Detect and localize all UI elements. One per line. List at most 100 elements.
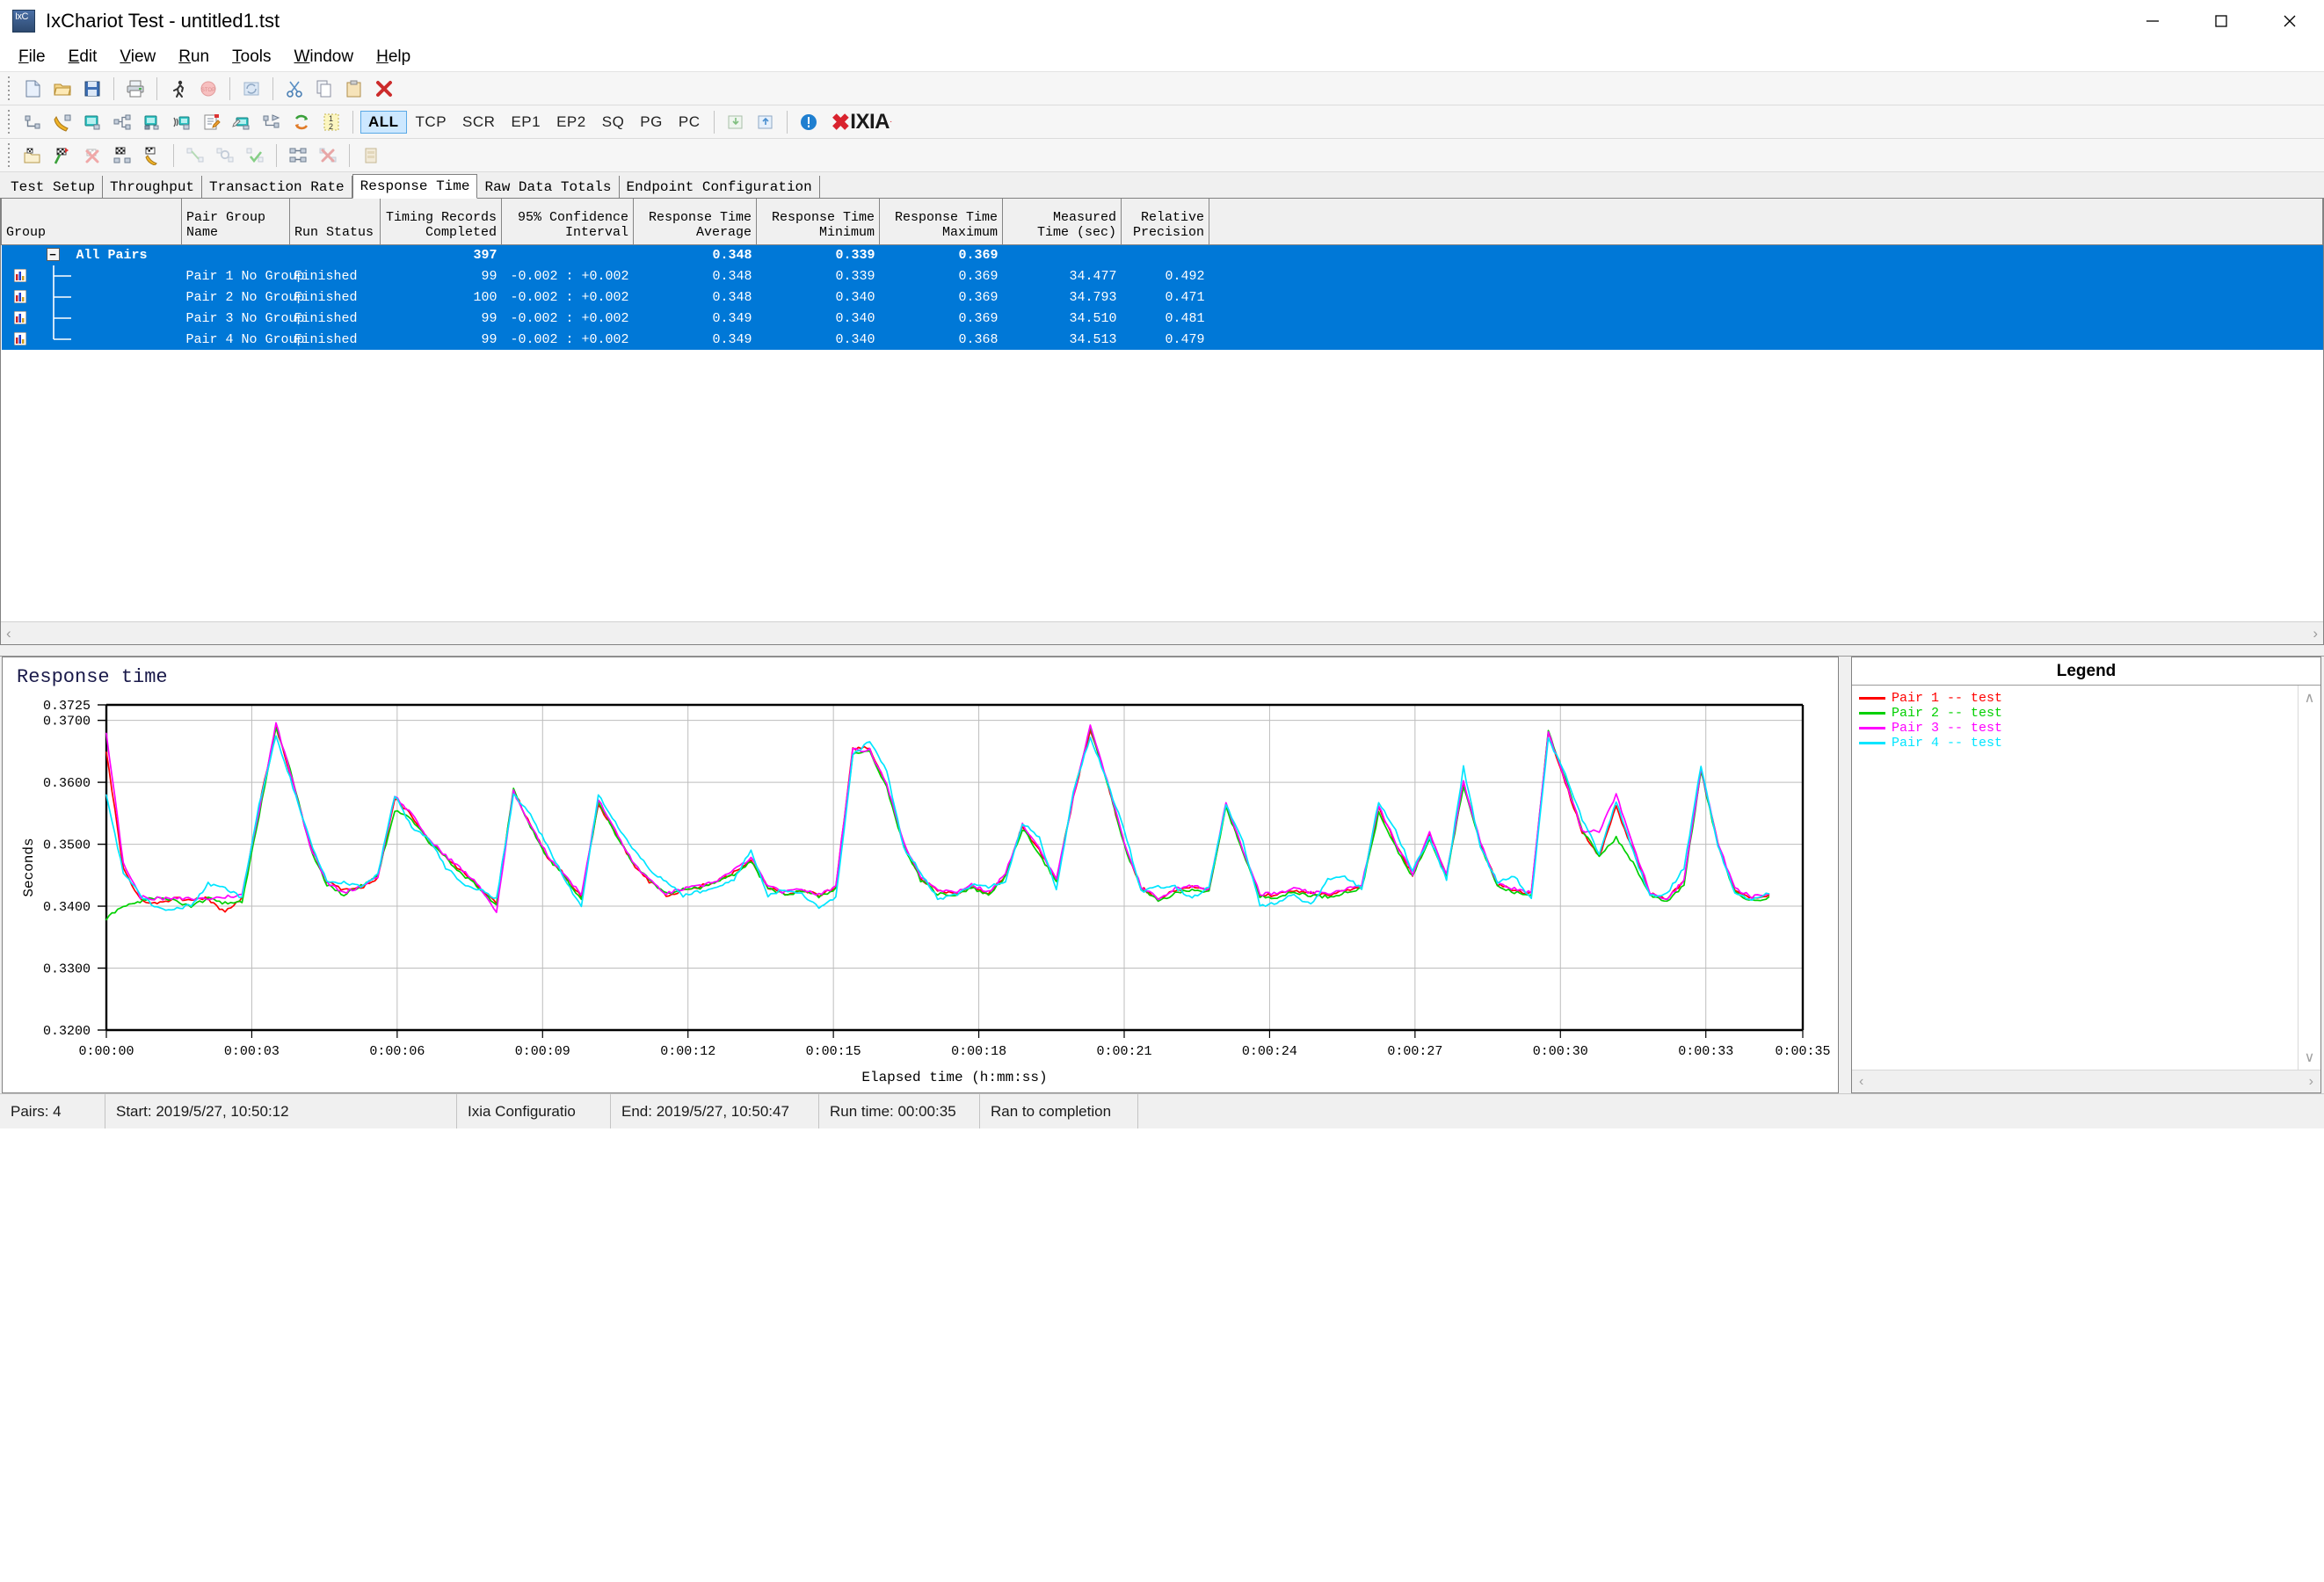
table-row[interactable]: Pair 3 No Group Finished 99 -0.002 : +0.… (1, 308, 2323, 329)
table-row[interactable]: Pair 1 No Group Finished 99 -0.002 : +0.… (1, 265, 2323, 287)
print-icon[interactable] (122, 76, 149, 102)
delete-icon[interactable] (371, 76, 397, 102)
menu-window[interactable]: Window (282, 45, 365, 69)
properties-icon[interactable] (358, 142, 384, 169)
panel-splitter[interactable] (0, 645, 2324, 656)
group-flag-icon[interactable] (49, 142, 76, 169)
group-delete-icon[interactable] (79, 142, 105, 169)
copy-pair-icon[interactable] (258, 109, 285, 135)
export-icon[interactable] (752, 109, 779, 135)
col-group[interactable]: Group (1, 199, 182, 245)
copy-icon[interactable] (311, 76, 338, 102)
menu-view[interactable]: View (108, 45, 167, 69)
edit-video-pair-icon[interactable] (229, 109, 255, 135)
list-item[interactable]: Pair 3 -- test (1859, 721, 2298, 736)
scroll-up-icon[interactable]: ∧ (2305, 689, 2315, 707)
scroll-right-icon[interactable]: › (2309, 1074, 2313, 1090)
toolbar-grip[interactable] (5, 142, 13, 168)
svg-text:0.3600: 0.3600 (43, 776, 91, 791)
collapse-delete-icon[interactable] (315, 142, 341, 169)
refresh-icon[interactable] (238, 76, 265, 102)
filter-all[interactable]: ALL (360, 110, 407, 134)
menu-edit[interactable]: Edit (57, 45, 109, 69)
filter-ep2[interactable]: EP2 (549, 112, 593, 133)
add-hardware-pair-icon[interactable] (139, 109, 165, 135)
table-row[interactable]: Pair 2 No Group Finished 100 -0.002 : +0… (1, 287, 2323, 308)
filter-ep1[interactable]: EP1 (504, 112, 548, 133)
tab-raw-data-totals[interactable]: Raw Data Totals (477, 176, 620, 198)
response-time-chart[interactable]: 0.3200 0.3300 0.3400 0.3500 0.3600 0.37000.37… (3, 657, 1838, 1092)
menu-file[interactable]: File (7, 45, 57, 69)
add-video-multicast-icon[interactable] (169, 109, 195, 135)
group-pairs-icon[interactable] (109, 142, 135, 169)
svg-text:0.3400: 0.3400 (43, 900, 91, 915)
run-test-icon[interactable] (165, 76, 192, 102)
stop-test-icon[interactable]: STOP (195, 76, 222, 102)
minimize-icon[interactable] (2118, 0, 2187, 42)
group-folder-icon[interactable] (19, 142, 46, 169)
legend-splitter[interactable] (1842, 657, 1851, 1093)
filter-scr[interactable]: SCR (455, 112, 502, 133)
validate-icon[interactable] (182, 142, 208, 169)
open-folder-icon[interactable] (49, 76, 76, 102)
tab-throughput[interactable]: Throughput (103, 176, 203, 198)
renumber-pairs-icon[interactable]: 12 (318, 109, 345, 135)
maximize-icon[interactable] (2187, 0, 2255, 42)
legend-horizontal-scrollbar[interactable]: ‹ › (1852, 1070, 2320, 1092)
col-response-time-minimum[interactable]: Response Time Minimum (756, 199, 880, 245)
filter-sq[interactable]: SQ (595, 112, 632, 133)
list-item[interactable]: Pair 4 -- test (1859, 736, 2298, 751)
col-timing-records-completed[interactable]: Timing Records Completed (380, 199, 502, 245)
scroll-left-icon[interactable]: ‹ (1859, 1074, 1863, 1090)
new-document-icon[interactable] (19, 76, 46, 102)
edit-pair-icon[interactable] (199, 109, 225, 135)
scroll-right-icon[interactable]: › (2313, 625, 2318, 642)
paste-icon[interactable] (341, 76, 367, 102)
scroll-down-icon[interactable]: ∨ (2305, 1049, 2315, 1066)
import-icon[interactable] (723, 109, 749, 135)
tab-transaction-rate[interactable]: Transaction Rate (202, 176, 352, 198)
add-voip-pair-icon[interactable] (49, 109, 76, 135)
table-row[interactable]: − All Pairs 397 0.348 0.339 0.369 (1, 244, 2323, 265)
group-voip-icon[interactable] (139, 142, 165, 169)
col-run-status[interactable]: Run Status (289, 199, 381, 245)
scroll-left-icon[interactable]: ‹ (6, 625, 11, 642)
list-item[interactable]: Pair 1 -- test (1859, 691, 2298, 706)
cut-icon[interactable] (281, 76, 308, 102)
filter-pg[interactable]: PG (633, 112, 670, 133)
col-relative-precision[interactable]: Relative Precision (1121, 199, 1209, 245)
col-response-time-maximum[interactable]: Response Time Maximum (879, 199, 1003, 245)
swap-endpoints-icon[interactable] (288, 109, 315, 135)
add-video-pair-icon[interactable] (79, 109, 105, 135)
tab-endpoint-configuration[interactable]: Endpoint Configuration (619, 176, 820, 198)
tab-response-time[interactable]: Response Time (352, 174, 478, 199)
add-multicast-pair-icon[interactable] (109, 109, 135, 135)
svg-text:0:00:21: 0:00:21 (1096, 1044, 1151, 1059)
col-pair-group-name[interactable]: Pair Group Name (181, 199, 290, 245)
filter-tcp[interactable]: TCP (409, 112, 454, 133)
cell-rt-average: 0.348 (633, 287, 757, 308)
collapse-expander-icon[interactable]: − (46, 248, 60, 262)
table-horizontal-scrollbar[interactable]: ‹ › (1, 621, 2323, 644)
add-pair-icon[interactable] (19, 109, 46, 135)
filter-pc[interactable]: PC (672, 112, 708, 133)
approve-icon[interactable] (242, 142, 268, 169)
save-icon[interactable] (79, 76, 105, 102)
col-measured-time[interactable]: Measured Time (sec) (1002, 199, 1122, 245)
close-icon[interactable] (2255, 0, 2324, 42)
table-row[interactable]: Pair 4 No Group Finished 99 -0.002 : +0.… (1, 329, 2323, 350)
legend-vertical-scrollbar[interactable]: ∧ ∨ (2298, 686, 2320, 1070)
tab-test-setup[interactable]: Test Setup (4, 176, 104, 198)
info-icon[interactable] (795, 109, 822, 135)
menu-tools[interactable]: Tools (221, 45, 282, 69)
col-response-time-average[interactable]: Response Time Average (633, 199, 757, 245)
expand-all-icon[interactable] (285, 142, 311, 169)
list-item[interactable]: Pair 2 -- test (1859, 706, 2298, 721)
inspect-icon[interactable] (212, 142, 238, 169)
toolbar-grip[interactable] (5, 109, 13, 134)
menu-help[interactable]: Help (365, 45, 422, 69)
toolbar-grip[interactable] (5, 76, 13, 101)
col-confidence-interval[interactable]: 95% Confidence Interval (501, 199, 634, 245)
menu-run[interactable]: Run (167, 45, 221, 69)
cell-confidence-interval: -0.002 : +0.002 (501, 308, 634, 329)
